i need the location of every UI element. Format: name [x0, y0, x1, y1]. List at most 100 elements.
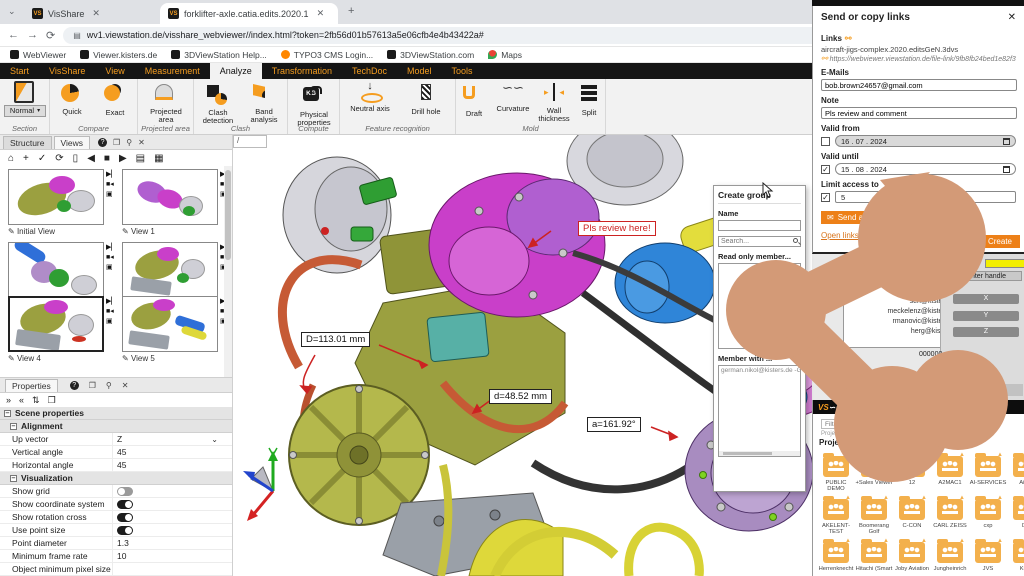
project-folder[interactable]: ▲	[1013, 456, 1024, 477]
dimension-label-d[interactable]: d=48.52 mm	[489, 389, 552, 404]
site-settings-icon[interactable]: ▤	[73, 31, 81, 40]
band-analysis-button[interactable]: Band analysis	[242, 81, 286, 125]
view-thumbnail[interactable]	[122, 242, 218, 298]
section-mode-dropdown[interactable]: Normal▾	[4, 105, 46, 117]
new-tab-button[interactable]: +	[348, 5, 354, 17]
dimension-label-a[interactable]: a=161.92°	[587, 417, 641, 432]
expand-all-icon[interactable]: »	[6, 395, 11, 405]
view-thumbnail[interactable]	[122, 296, 218, 352]
section-scene-properties[interactable]: –Scene properties	[0, 407, 232, 420]
visshare-logo[interactable]: VS∽	[818, 403, 835, 412]
project-folder[interactable]: ▲	[899, 499, 925, 520]
project-label[interactable]: KOU	[1007, 566, 1024, 572]
close-panel-icon[interactable]: ✕	[1008, 12, 1016, 23]
center-handle-button[interactable]: Center handle	[946, 271, 1022, 281]
bookmark-3dvs-com[interactable]: 3DViewStation.com	[387, 50, 474, 60]
ribbon-tab-measurement[interactable]: Measurement	[135, 63, 210, 79]
project-label[interactable]: Hitachi (Smart	[855, 566, 893, 572]
project-label[interactable]: AKELENT-TEST	[817, 523, 855, 536]
view-camera-icons[interactable]: ▶▏■◂▣	[106, 171, 119, 198]
home-view-icon[interactable]: ⌂	[8, 153, 14, 164]
tab-structure[interactable]: Structure	[3, 136, 52, 149]
project-folder[interactable]: ▲	[899, 456, 925, 477]
close-tab-icon[interactable]: ✕	[317, 8, 325, 19]
view-camera-icons[interactable]: ▶▏■◂▣	[106, 244, 119, 271]
view-thumbnail[interactable]	[122, 169, 218, 225]
nav-projects[interactable]: ▦ Projects	[843, 403, 877, 411]
project-label[interactable]: C-CON	[893, 523, 931, 529]
project-folder[interactable]: ▲	[899, 542, 925, 563]
project-folder[interactable]: ▲	[937, 499, 963, 520]
drill-hole-button[interactable]: Drill hole	[402, 81, 450, 116]
apply-view-icon[interactable]: ✓	[38, 153, 46, 164]
project-folder[interactable]: ▲	[975, 499, 1001, 520]
close-tab-icon[interactable]: ✕	[92, 8, 100, 19]
members-list[interactable]: german.nikol@kisters.de -Germ	[718, 365, 801, 457]
undock-panel-icon[interactable]: ❐	[89, 381, 96, 390]
project-folder[interactable]: ▲	[823, 542, 849, 563]
bookmark-webviewer[interactable]: WebViewer	[10, 50, 66, 60]
project-label[interactable]: AI-SERVICES	[969, 480, 1007, 486]
section-button[interactable]: Normal▾	[4, 81, 46, 117]
grid-view-icon[interactable]: ▦	[154, 153, 163, 164]
project-folder[interactable]: ▲	[1013, 499, 1024, 520]
pin-panel-icon[interactable]: ⚲	[126, 138, 132, 147]
clash-detection-button[interactable]: Clash detection	[196, 81, 240, 126]
project-label[interactable]: JVS	[969, 566, 1007, 572]
limit-access-checkbox[interactable]: ✓	[821, 193, 830, 202]
project-folder[interactable]: ▲	[861, 499, 887, 520]
project-label[interactable]: A2MAC1	[931, 480, 969, 486]
axis-x-button[interactable]: X	[953, 294, 1019, 304]
edit-view-icon[interactable]: ✎	[8, 354, 15, 363]
copy-properties-icon[interactable]: ❐	[48, 395, 56, 406]
emails-input[interactable]	[821, 79, 1017, 91]
project-folder[interactable]: ▲	[1013, 542, 1024, 563]
draft-button[interactable]: Draft	[456, 81, 492, 118]
tab-properties[interactable]: Properties	[5, 379, 58, 392]
bookmark-typo3[interactable]: TYPO3 CMS Login...	[281, 50, 373, 60]
project-label[interactable]: 12	[893, 480, 931, 486]
dimension-label-D[interactable]: D=113.01 mm	[301, 332, 370, 347]
create-button[interactable]: Create	[980, 235, 1020, 248]
curvature-button[interactable]: ∽∽Curvature	[493, 81, 533, 113]
export-views-icon[interactable]: ▤	[136, 153, 145, 164]
member-search-input[interactable]	[718, 236, 801, 247]
bookmark-3dvs-help[interactable]: 3DViewStation Help...	[171, 50, 267, 60]
ribbon-tab-analyze[interactable]: Analyze	[210, 63, 262, 79]
project-label[interactable]: Joby Aviation	[893, 566, 931, 572]
toggle-on[interactable]	[117, 500, 133, 509]
sort-icon[interactable]: ⇅	[32, 395, 40, 406]
edit-view-icon[interactable]: ✎	[122, 227, 129, 236]
horizontal-scrollbar[interactable]	[719, 451, 800, 456]
project-folder[interactable]: ▲	[823, 499, 849, 520]
ribbon-tab-tools[interactable]: Tools	[442, 63, 483, 79]
project-label[interactable]: +Sales Viewer	[855, 480, 893, 486]
valid-from-date-input[interactable]: 16 . 07 . 2024	[835, 135, 1016, 147]
project-label[interactable]: Boomerang Golf	[855, 523, 893, 536]
section-visualization[interactable]: –Visualization	[0, 472, 232, 485]
add-view-icon[interactable]: +	[23, 153, 29, 164]
ribbon-tab-transformation[interactable]: Transformation	[262, 63, 342, 79]
views-scrollbar[interactable]	[224, 166, 232, 378]
address-bar[interactable]: ▤ wv1.viewstation.de/visshare_webviewer/…	[63, 27, 823, 44]
section-alignment[interactable]: –Alignment	[0, 420, 232, 433]
valid-from-checkbox[interactable]	[821, 137, 830, 146]
project-folder[interactable]: ▲	[861, 456, 887, 477]
help-icon[interactable]: ?	[70, 381, 79, 390]
stop-animation-icon[interactable]: ■	[104, 153, 110, 164]
send-automated-mails-button[interactable]: ✉Send automated mails	[821, 211, 923, 224]
edit-view-icon[interactable]: ✎	[122, 354, 129, 363]
axis-z-button[interactable]: Z	[953, 327, 1019, 337]
collapse-all-icon[interactable]: «	[19, 395, 24, 405]
refresh-view-icon[interactable]: ⟳	[55, 153, 63, 164]
project-label[interactable]: Jungheinrich	[931, 566, 969, 572]
member-entry[interactable]: german.nikol@kisters.de -Germ	[719, 366, 800, 375]
edit-view-icon[interactable]: ✎	[8, 227, 15, 236]
axis-y-button[interactable]: Y	[953, 311, 1019, 321]
projected-area-button[interactable]: Projected area	[143, 81, 189, 125]
close-panel-icon[interactable]: ✕	[122, 381, 129, 390]
project-folder[interactable]: ▲	[937, 456, 963, 477]
readonly-members-list[interactable]	[718, 263, 801, 349]
exact-compare-button[interactable]: Exact	[94, 81, 136, 117]
ribbon-tab-visshare[interactable]: VisShare	[39, 63, 95, 79]
